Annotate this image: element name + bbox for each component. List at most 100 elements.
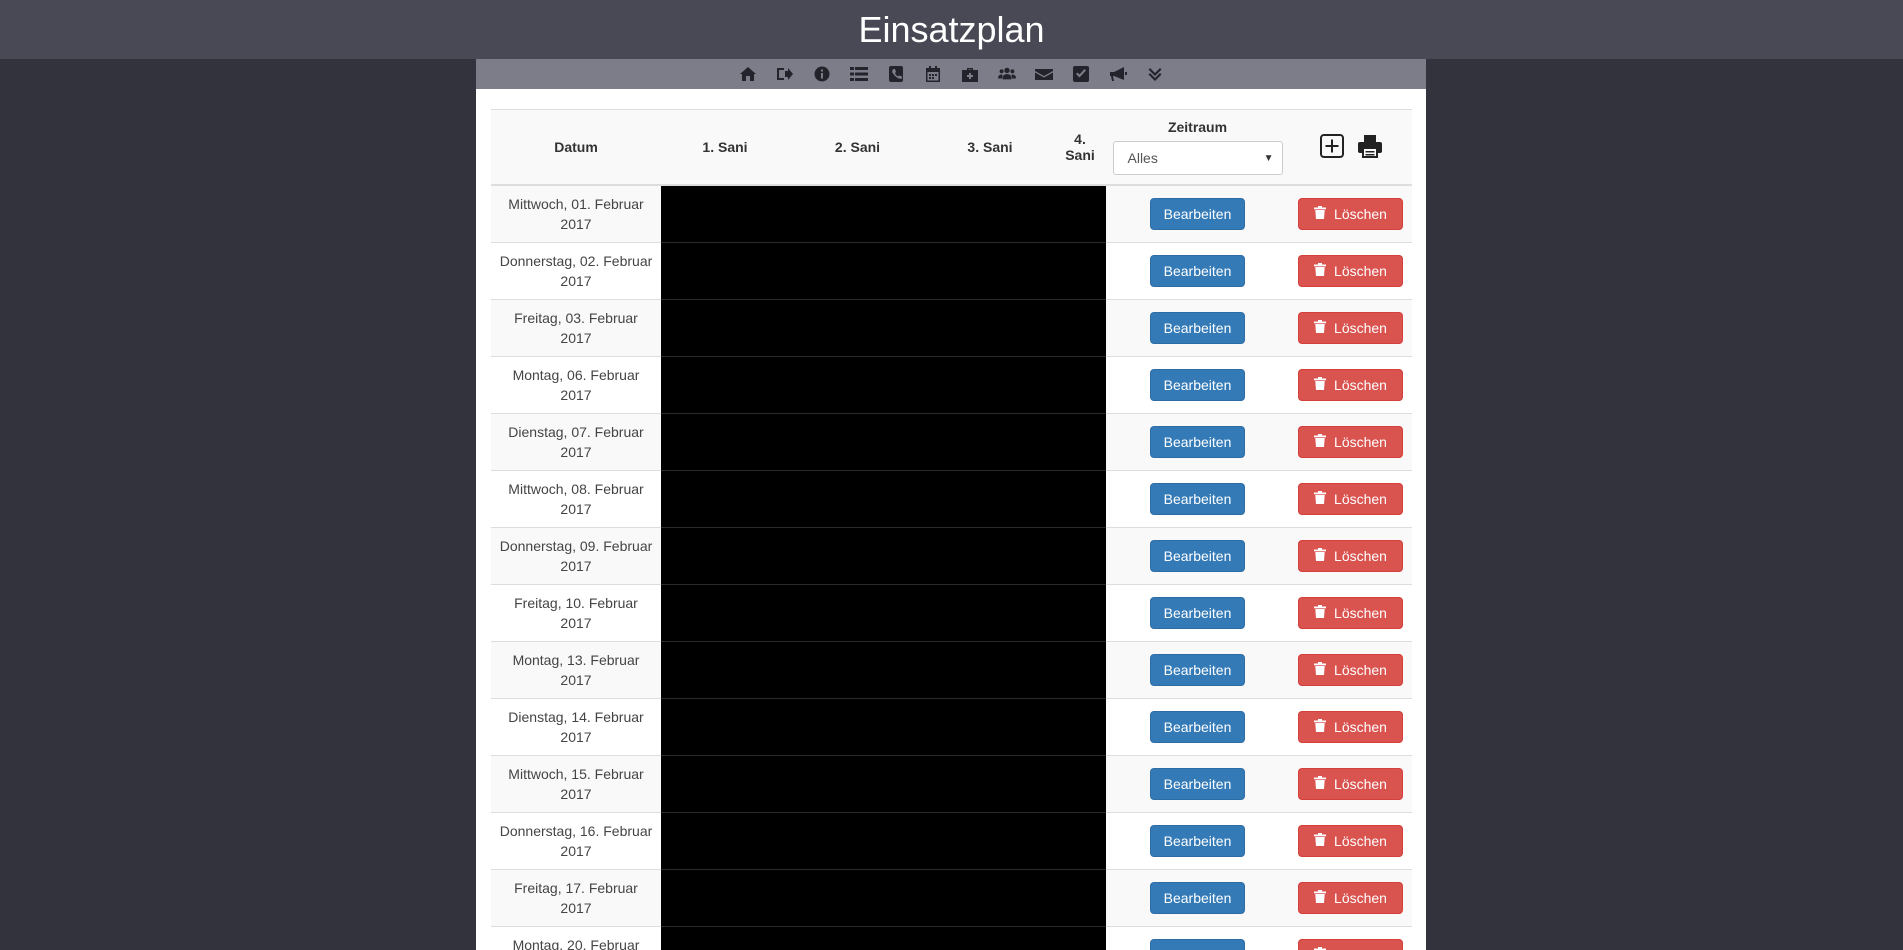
edit-cell: Bearbeiten	[1106, 242, 1289, 300]
delete-cell: Löschen	[1289, 527, 1412, 585]
print-icon[interactable]	[1357, 133, 1383, 162]
edit-button[interactable]: Bearbeiten	[1150, 255, 1245, 287]
table-row: Donnerstag, 09. Februar 2017 Bearbeiten Lö…	[491, 527, 1412, 585]
delete-button-label: Löschen	[1334, 377, 1387, 393]
schedule-table: Datum 1. Sani 2. Sani 3. Sani 4. Sani Ze…	[491, 109, 1412, 950]
bullhorn-icon[interactable]	[1108, 65, 1128, 83]
delete-button-label: Löschen	[1334, 890, 1387, 906]
zeitraum-select[interactable]: Alles ▼	[1112, 141, 1283, 175]
table-row: Mittwoch, 01. Februar 2017 Bearbeiten Lösc…	[491, 184, 1412, 243]
check-square-icon[interactable]	[1071, 65, 1091, 83]
trash-icon	[1314, 888, 1327, 908]
delete-button[interactable]: Löschen	[1298, 540, 1403, 572]
redacted-sani-cells	[661, 584, 1106, 642]
edit-button[interactable]: Bearbeiten	[1150, 483, 1245, 515]
dropdown-arrow-icon: ▼	[1263, 152, 1274, 164]
zeitraum-select-value: Alles	[1127, 150, 1158, 166]
column-header-sani-1: 1. Sani	[661, 109, 789, 186]
datum-cell: Montag, 06. Februar 2017	[491, 356, 661, 414]
delete-button-label: Löschen	[1334, 719, 1387, 735]
delete-button[interactable]: Löschen	[1298, 255, 1403, 287]
delete-button-label: Löschen	[1334, 206, 1387, 222]
delete-button[interactable]: Löschen	[1298, 312, 1403, 344]
column-header-actions	[1289, 109, 1412, 186]
datum-cell: Mittwoch, 01. Februar 2017	[491, 184, 661, 243]
table-row: Montag, 06. Februar 2017 Bearbeiten Lösche…	[491, 356, 1412, 414]
redacted-sani-cells	[661, 470, 1106, 528]
delete-cell: Löschen	[1289, 641, 1412, 699]
envelope-icon[interactable]	[1034, 65, 1054, 83]
medkit-icon[interactable]	[960, 65, 980, 83]
schedule-table-wrapper: Datum 1. Sani 2. Sani 3. Sani 4. Sani Ze…	[491, 109, 1412, 950]
edit-cell: Bearbeiten	[1106, 869, 1289, 927]
delete-button[interactable]: Löschen	[1298, 597, 1403, 629]
datum-cell: Dienstag, 14. Februar 2017	[491, 698, 661, 756]
edit-button-label: Bearbeiten	[1163, 491, 1232, 507]
edit-cell: Bearbeiten	[1106, 812, 1289, 870]
edit-button[interactable]: Bearbeiten	[1150, 426, 1245, 458]
edit-button[interactable]: Bearbeiten	[1150, 825, 1245, 857]
delete-button-label: Löschen	[1334, 263, 1387, 279]
calendar-icon[interactable]	[923, 65, 943, 83]
delete-button[interactable]: Löschen	[1298, 825, 1403, 857]
trash-icon	[1314, 945, 1327, 950]
edit-button[interactable]: Bearbeiten	[1150, 882, 1245, 914]
datum-cell: Donnerstag, 02. Februar 2017	[491, 242, 661, 300]
edit-button[interactable]: Bearbeiten	[1150, 711, 1245, 743]
page-title: Einsatzplan	[858, 8, 1045, 50]
edit-button-label: Bearbeiten	[1163, 377, 1232, 393]
delete-button[interactable]: Löschen	[1298, 426, 1403, 458]
delete-button[interactable]: Löschen	[1298, 939, 1403, 950]
table-header-row: Datum 1. Sani 2. Sani 3. Sani 4. Sani Ze…	[491, 109, 1412, 186]
delete-button[interactable]: Löschen	[1298, 654, 1403, 686]
list-icon[interactable]	[849, 65, 869, 83]
chevron-double-down-icon[interactable]	[1145, 65, 1165, 83]
edit-cell: Bearbeiten	[1106, 470, 1289, 528]
trash-icon	[1314, 318, 1327, 338]
delete-button[interactable]: Löschen	[1298, 369, 1403, 401]
edit-cell: Bearbeiten	[1106, 527, 1289, 585]
delete-cell: Löschen	[1289, 869, 1412, 927]
datum-cell: Mittwoch, 08. Februar 2017	[491, 470, 661, 528]
delete-cell: Löschen	[1289, 299, 1412, 357]
users-icon[interactable]	[997, 65, 1017, 83]
edit-button-label: Bearbeiten	[1163, 206, 1232, 222]
delete-button-label: Löschen	[1334, 434, 1387, 450]
redacted-sani-cells	[661, 869, 1106, 927]
column-header-sani-3: 3. Sani	[926, 109, 1054, 186]
table-row: Montag, 20. Februar 2017 Bearbeiten Lösche…	[491, 926, 1412, 950]
delete-button[interactable]: Löschen	[1298, 882, 1403, 914]
trash-icon	[1314, 489, 1327, 509]
home-icon[interactable]	[738, 65, 758, 83]
edit-button[interactable]: Bearbeiten	[1150, 654, 1245, 686]
column-header-sani-2: 2. Sani	[789, 109, 926, 186]
delete-button[interactable]: Löschen	[1298, 711, 1403, 743]
delete-button-label: Löschen	[1334, 320, 1387, 336]
edit-button-label: Bearbeiten	[1163, 320, 1232, 336]
table-row: Mittwoch, 08. Februar 2017 Bearbeiten Lösc…	[491, 470, 1412, 528]
edit-button-label: Bearbeiten	[1163, 605, 1232, 621]
edit-button[interactable]: Bearbeiten	[1150, 540, 1245, 572]
delete-cell: Löschen	[1289, 926, 1412, 950]
redacted-sani-cells	[661, 413, 1106, 471]
delete-button[interactable]: Löschen	[1298, 768, 1403, 800]
sign-out-icon[interactable]	[775, 65, 795, 83]
edit-button-label: Bearbeiten	[1163, 890, 1232, 906]
edit-button[interactable]: Bearbeiten	[1150, 198, 1245, 230]
delete-button[interactable]: Löschen	[1298, 483, 1403, 515]
edit-button[interactable]: Bearbeiten	[1150, 939, 1245, 950]
edit-button[interactable]: Bearbeiten	[1150, 768, 1245, 800]
delete-button[interactable]: Löschen	[1298, 198, 1403, 230]
edit-button[interactable]: Bearbeiten	[1150, 597, 1245, 629]
edit-button[interactable]: Bearbeiten	[1150, 369, 1245, 401]
edit-button[interactable]: Bearbeiten	[1150, 312, 1245, 344]
info-icon[interactable]	[812, 65, 832, 83]
phone-icon[interactable]	[886, 65, 906, 83]
trash-icon	[1314, 831, 1327, 851]
delete-cell: Löschen	[1289, 470, 1412, 528]
edit-button-label: Bearbeiten	[1163, 719, 1232, 735]
plus-square-icon[interactable]	[1319, 133, 1345, 162]
trash-icon	[1314, 261, 1327, 281]
edit-cell: Bearbeiten	[1106, 356, 1289, 414]
table-row: Dienstag, 07. Februar 2017 Bearbeiten Lösc…	[491, 413, 1412, 471]
